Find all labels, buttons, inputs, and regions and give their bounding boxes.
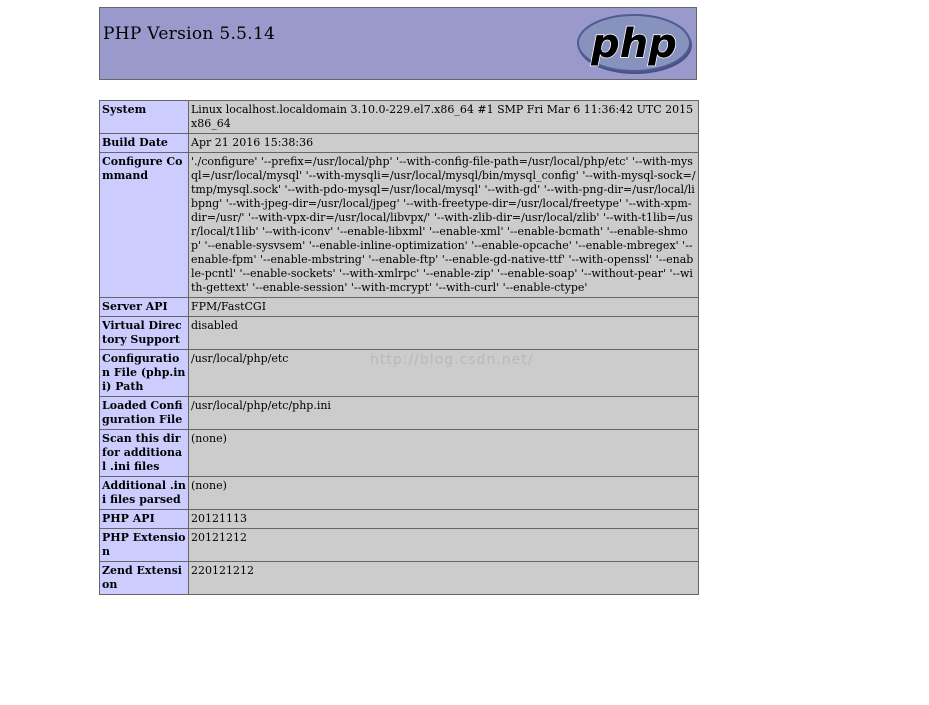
- info-row-value: /usr/local/php/etc/php.ini: [188, 396, 699, 430]
- info-row: Zend Extension 220121212: [99, 561, 699, 595]
- info-row: Additional .ini files parsed (none): [99, 476, 699, 510]
- info-row: PHP Extension 20121212: [99, 528, 699, 562]
- info-row-label: Configuration File (php.ini) Path: [99, 349, 189, 397]
- info-row-label: PHP API: [99, 509, 189, 529]
- info-row-label: Build Date: [99, 133, 189, 153]
- info-row: PHP API 20121113: [99, 509, 699, 529]
- info-row-value: (none): [188, 476, 699, 510]
- info-row-label: Configure Command: [99, 152, 189, 298]
- info-row: Configure Command './configure' '--prefix…: [99, 152, 699, 298]
- php-logo-text: php: [590, 21, 677, 67]
- page-title: PHP Version 5.5.14: [103, 24, 276, 44]
- info-row-value: 20121113: [188, 509, 699, 529]
- info-row: System Linux localhost.localdomain 3.10.0…: [99, 100, 699, 134]
- info-row: Scan this dir for additional .ini files(…: [99, 429, 699, 477]
- info-row-value: FPM/FastCGI: [188, 297, 699, 317]
- info-row-value: 20121212: [188, 528, 699, 562]
- info-row-value: /usr/local/php/etc: [188, 349, 699, 397]
- info-row-value: disabled: [188, 316, 699, 350]
- info-row-label: Server API: [99, 297, 189, 317]
- info-row: Configuration File (php.ini) Path/usr/lo…: [99, 349, 699, 397]
- phpinfo-table: System Linux localhost.localdomain 3.10.0…: [99, 100, 699, 595]
- info-row: Loaded Configuration File/usr/local/php/…: [99, 396, 699, 430]
- php-logo: php: [577, 14, 692, 74]
- info-row: Virtual Directory Support disabled: [99, 316, 699, 350]
- info-row: Build Date Apr 21 2016 15:38:36: [99, 133, 699, 153]
- info-row-value: 220121212: [188, 561, 699, 595]
- info-row-label: System: [99, 100, 189, 134]
- info-row-value: (none): [188, 429, 699, 477]
- info-row: Server API FPM/FastCGI: [99, 297, 699, 317]
- info-row-value: './configure' '--prefix=/usr/local/php' …: [188, 152, 699, 298]
- info-row-label: PHP Extension: [99, 528, 189, 562]
- info-row-label: Additional .ini files parsed: [99, 476, 189, 510]
- info-row-value: Apr 21 2016 15:38:36: [188, 133, 699, 153]
- info-row-value: Linux localhost.localdomain 3.10.0-229.e…: [188, 100, 699, 134]
- info-row-label: Scan this dir for additional .ini files: [99, 429, 189, 477]
- info-row-label: Zend Extension: [99, 561, 189, 595]
- phpinfo-header: PHP Version 5.5.14 php: [99, 7, 697, 80]
- info-row-label: Loaded Configuration File: [99, 396, 189, 430]
- info-row-label: Virtual Directory Support: [99, 316, 189, 350]
